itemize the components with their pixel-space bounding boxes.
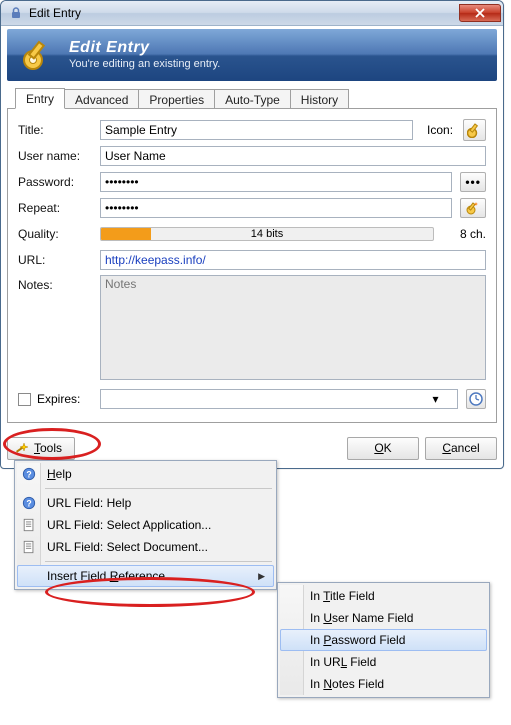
quality-label: Quality: — [18, 227, 100, 241]
submenu-item-url[interactable]: In URL Field — [280, 651, 487, 673]
menu-item-help[interactable]: Help — [17, 463, 274, 485]
url-input[interactable] — [100, 250, 486, 270]
quality-bar: 14 bits — [100, 227, 434, 241]
submenu-item-title[interactable]: In Title Field — [280, 585, 487, 607]
menu-item-url-help[interactable]: URL Field: Help — [17, 492, 274, 514]
titlebar[interactable]: Edit Entry — [1, 1, 503, 26]
repeat-input[interactable] — [100, 198, 452, 218]
reveal-password-button[interactable]: ••• — [460, 172, 486, 192]
tabstrip: Entry Advanced Properties Auto-Type Hist… — [7, 87, 497, 109]
insert-ref-submenu: In Title Field In User Name Field In Pas… — [277, 582, 490, 698]
lock-icon — [9, 6, 23, 20]
url-label: URL: — [18, 253, 100, 267]
header-title: Edit Entry — [69, 40, 220, 58]
tab-history[interactable]: History — [290, 89, 349, 109]
help-icon — [21, 495, 37, 511]
generate-password-button[interactable] — [460, 198, 486, 218]
menu-item-insert-ref[interactable]: Insert Field Reference ▶ — [17, 565, 274, 587]
tab-advanced[interactable]: Advanced — [64, 89, 139, 109]
submenu-item-password[interactable]: In Password Field — [280, 629, 487, 651]
repeat-label: Repeat: — [18, 201, 100, 215]
title-label: Title: — [18, 123, 100, 137]
notes-label: Notes: — [18, 275, 100, 292]
ok-button[interactable]: OK — [347, 437, 419, 460]
wand-icon — [14, 441, 28, 455]
cancel-button[interactable]: Cancel — [425, 437, 497, 460]
tab-properties[interactable]: Properties — [138, 89, 215, 109]
menu-separator — [45, 488, 272, 489]
notes-input[interactable] — [100, 275, 486, 380]
header-subtitle: You're editing an existing entry. — [69, 58, 220, 70]
help-icon — [21, 466, 37, 482]
close-icon — [475, 8, 485, 18]
submenu-arrow-icon: ▶ — [258, 571, 265, 582]
quality-text: 14 bits — [251, 228, 283, 240]
icon-picker-button[interactable] — [463, 119, 486, 141]
menu-separator — [45, 561, 272, 562]
keygen-icon — [465, 200, 481, 216]
expires-checkbox[interactable] — [18, 393, 31, 406]
icon-label: Icon: — [427, 123, 453, 137]
tools-button[interactable]: TToolsools — [7, 437, 75, 460]
menu-item-label: URL Field: Help — [47, 496, 131, 510]
clock-icon — [468, 391, 484, 407]
tab-entry[interactable]: Entry — [15, 88, 65, 109]
submenu-item-notes[interactable]: In Notes Field — [280, 673, 487, 695]
menu-item-url-doc[interactable]: URL Field: Select Document... — [17, 536, 274, 558]
key-mini-icon — [467, 122, 483, 138]
submenu-item-user[interactable]: In User Name Field — [280, 607, 487, 629]
username-input[interactable] — [100, 146, 486, 166]
document-icon — [21, 539, 37, 555]
key-icon — [17, 34, 59, 76]
header-band: Edit Entry You're editing an existing en… — [7, 29, 497, 81]
expires-input[interactable] — [100, 389, 458, 409]
window-title: Edit Entry — [29, 6, 459, 20]
tabpanel-entry: Title: Icon: User name: Password: ••• Re… — [7, 108, 497, 423]
title-input[interactable] — [100, 120, 413, 140]
expires-preset-button[interactable] — [466, 389, 486, 409]
menu-item-label: URL Field: Select Document... — [47, 540, 208, 554]
username-label: User name: — [18, 149, 100, 163]
tools-context-menu: Help URL Field: Help URL Field: Select A… — [14, 460, 277, 590]
char-count: 8 ch. — [446, 227, 486, 241]
menu-item-url-app[interactable]: URL Field: Select Application... — [17, 514, 274, 536]
expires-label: Expires: — [37, 392, 100, 406]
password-label: Password: — [18, 175, 100, 189]
document-icon — [21, 517, 37, 533]
tab-auto-type[interactable]: Auto-Type — [214, 89, 291, 109]
password-input[interactable] — [100, 172, 452, 192]
menu-item-label: URL Field: Select Application... — [47, 518, 211, 532]
window-close-button[interactable] — [459, 4, 501, 22]
